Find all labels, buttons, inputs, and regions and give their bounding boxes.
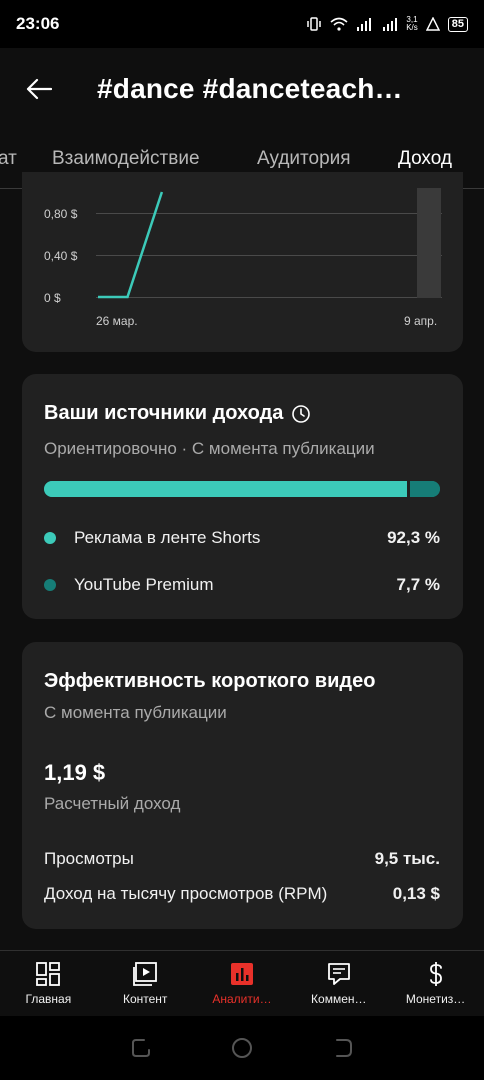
metric-row-views: Просмотры 9,5 тыс. bbox=[44, 849, 440, 869]
net-speed: 3,1 K/s bbox=[406, 15, 418, 32]
tab-overview[interactable]: ат bbox=[0, 148, 17, 170]
tab-engagement[interactable]: Взаимодействие bbox=[52, 148, 200, 170]
legend-value: 92,3 % bbox=[387, 528, 440, 547]
metric-value: 9,5 тыс. bbox=[374, 849, 440, 868]
dollar-icon bbox=[429, 962, 442, 986]
nav-label: Контент bbox=[122, 992, 168, 1006]
revenue-series-line bbox=[98, 191, 164, 299]
alert-icon bbox=[425, 17, 440, 31]
nav-monetization[interactable]: Монетиз… bbox=[387, 951, 484, 1016]
metric-label: Доход на тысячу просмотров (RPM) bbox=[44, 884, 328, 903]
sources-stacked-bar bbox=[44, 481, 440, 497]
vibrate-icon bbox=[306, 17, 322, 31]
battery-indicator: 85 bbox=[447, 16, 468, 32]
wifi-icon bbox=[330, 17, 348, 31]
revenue-sources-card: Ваши источники дохода Ориентировочно · С… bbox=[22, 374, 463, 619]
sources-title-row: Ваши источники дохода bbox=[44, 402, 311, 425]
x-tick-label: 9 апр. bbox=[404, 314, 438, 328]
nav-analytics[interactable]: Аналити… bbox=[194, 951, 291, 1016]
legend-label: YouTube Premium bbox=[74, 575, 214, 594]
system-navigation-bar bbox=[0, 1016, 484, 1080]
comments-icon bbox=[327, 963, 350, 985]
legend-dot bbox=[44, 579, 56, 591]
legend-value: 7,7 % bbox=[396, 575, 440, 594]
legend-row: Реклама в ленте Shorts 92,3 % bbox=[44, 526, 440, 550]
clock-icon[interactable] bbox=[291, 404, 311, 424]
analytics-icon bbox=[230, 963, 253, 985]
arrow-back-icon bbox=[26, 78, 52, 100]
nav-label: Монетиз… bbox=[405, 992, 466, 1006]
home-icon[interactable] bbox=[230, 1036, 254, 1060]
nav-label: Аналити… bbox=[212, 992, 272, 1006]
signal-icon bbox=[356, 17, 374, 31]
nav-content[interactable]: Контент bbox=[97, 951, 194, 1016]
status-bar: 23:06 3,1 K/s 85 bbox=[0, 0, 484, 48]
app-bar: #dance #danceteach… bbox=[0, 48, 484, 130]
nav-label: Коммен… bbox=[311, 992, 367, 1006]
bottom-navigation: Главная Контент Аналити… Коммен… Монетиз… bbox=[0, 950, 484, 1016]
metric-row-rpm: Доход на тысячу просмотров (RPM) 0,13 $ bbox=[44, 884, 440, 904]
tab-revenue[interactable]: Доход bbox=[398, 148, 452, 170]
short-performance-card: Эффективность короткого видео С момента … bbox=[22, 642, 463, 929]
nav-dashboard[interactable]: Главная bbox=[0, 951, 97, 1016]
tab-audience[interactable]: Аудитория bbox=[257, 148, 351, 170]
revenue-line-chart bbox=[98, 191, 164, 299]
legend-row: YouTube Premium 7,7 % bbox=[44, 573, 440, 597]
back-button[interactable] bbox=[0, 48, 78, 130]
bar-segment-shorts-ads bbox=[44, 481, 407, 497]
dashboard-icon bbox=[36, 962, 61, 986]
back-nav-icon[interactable] bbox=[331, 1036, 355, 1060]
performance-subtitle: С момента публикации bbox=[44, 703, 227, 722]
signal2-icon bbox=[382, 17, 398, 31]
status-icons: 3,1 K/s 85 bbox=[306, 16, 468, 32]
status-time: 23:06 bbox=[16, 14, 60, 33]
nav-label: Главная bbox=[25, 992, 72, 1006]
estimated-revenue-value: 1,19 $ bbox=[44, 760, 106, 785]
metric-value: 0,13 $ bbox=[392, 884, 440, 903]
estimated-revenue-label: Расчетный доход bbox=[44, 794, 181, 813]
nav-comments[interactable]: Коммен… bbox=[290, 951, 387, 1016]
revenue-chart-card: 0,80 $ 0,40 $ 0 $ 26 мар. 9 апр. bbox=[22, 172, 463, 352]
performance-title: Эффективность короткого видео bbox=[44, 670, 376, 692]
video-content-icon bbox=[133, 962, 158, 986]
metric-label: Просмотры bbox=[44, 849, 134, 868]
sources-subtitle: Ориентировочно · С момента публикации bbox=[44, 439, 375, 458]
page-title: #dance #danceteach… bbox=[97, 73, 403, 104]
x-tick-label: 26 мар. bbox=[96, 314, 138, 328]
bar-segment-premium bbox=[410, 481, 440, 497]
sources-title: Ваши источники дохода bbox=[44, 402, 284, 424]
recents-icon[interactable] bbox=[129, 1036, 153, 1060]
legend-label: Реклама в ленте Shorts bbox=[74, 528, 261, 547]
legend-dot bbox=[44, 532, 56, 544]
